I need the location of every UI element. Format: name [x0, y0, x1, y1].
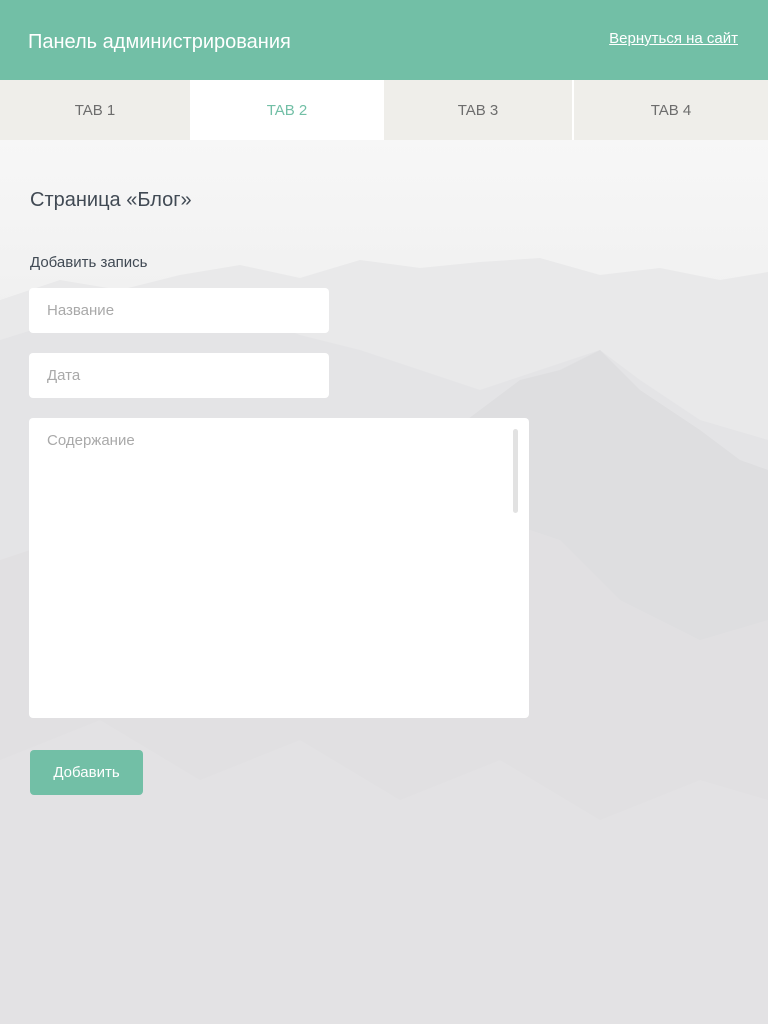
add-post-button[interactable]: Добавить	[30, 750, 143, 795]
main-content: Страница «Блог» Добавить запись Добавить	[0, 140, 768, 1024]
tab-bar: TAB 1 TAB 2 TAB 3 TAB 4	[0, 80, 768, 140]
admin-header: Панель администрирования Вернуться на са…	[0, 0, 768, 80]
admin-page: Панель администрирования Вернуться на са…	[0, 0, 768, 1024]
post-content-textarea[interactable]	[29, 418, 529, 718]
page-title: Страница «Блог»	[30, 189, 192, 211]
tab-1[interactable]: TAB 1	[0, 80, 190, 140]
tab-2[interactable]: TAB 2	[190, 80, 384, 140]
post-title-input[interactable]	[29, 288, 329, 333]
admin-panel-title: Панель администрирования	[28, 31, 291, 53]
add-post-label: Добавить запись	[30, 254, 148, 271]
tab-4[interactable]: TAB 4	[574, 80, 768, 140]
back-to-site-link[interactable]: Вернуться на сайт	[609, 30, 738, 48]
textarea-scrollbar[interactable]	[513, 429, 518, 513]
post-date-input[interactable]	[29, 353, 329, 398]
tab-3[interactable]: TAB 3	[384, 80, 574, 140]
